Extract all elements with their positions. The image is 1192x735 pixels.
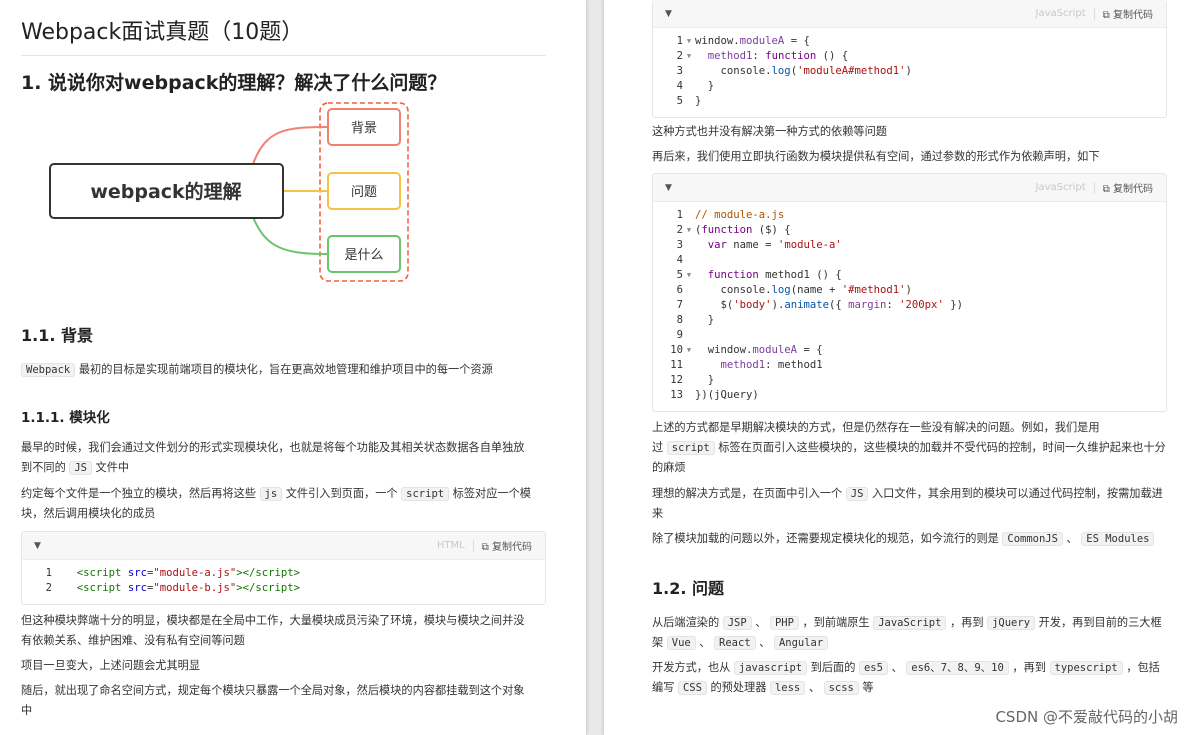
code-block-js-namespace: ▼ JavaScript ⧉ 复制代码 1 ▼ window.moduleA = {… xyxy=(652,0,1167,118)
inline-code: script xyxy=(666,441,715,455)
paragraph: 从后端渲染的 JSP 、 PHP ，到前端原生 JavaScript ，再到 j… xyxy=(652,616,1162,650)
code-language-label: JavaScript xyxy=(1035,8,1086,19)
inline-code: js xyxy=(259,487,283,501)
paragraph: 随后，就出现了命名空间方式，规定每个模块只暴露一个全局对象，然后模块的内容都挂载… xyxy=(21,684,525,717)
inline-code: PHP xyxy=(769,616,799,630)
inline-code: less xyxy=(769,681,806,695)
inline-code: ES Modules xyxy=(1081,532,1155,546)
paragraph: 项目一旦变大，上述问题会尤其明显 xyxy=(21,659,201,672)
mindmap-branch-line-bg xyxy=(252,126,329,165)
inline-code: Vue xyxy=(666,636,696,650)
collapse-icon[interactable]: ▼ xyxy=(34,541,41,551)
inline-code: es5 xyxy=(858,661,888,675)
heading-background: 1.1. 背景 xyxy=(21,326,93,345)
csdn-watermark: CSDN @不爱敲代码的小胡 xyxy=(995,708,1178,726)
code-block-js-iife: ▼ JavaScript ⧉ 复制代码 1// module-a.js 2 ▼ (f… xyxy=(652,173,1167,412)
left-page: Webpack面试真题（10题） 1. 说说你对webpack的理解？解决了什么… xyxy=(0,0,586,735)
paragraph: 再后来，我们使用立即执行函数为模块提供私有空间，通过参数的形式作为依赖声明，如下 xyxy=(652,150,1100,163)
copy-icon: ⧉ xyxy=(481,542,489,553)
copy-code-button[interactable]: ⧉ 复制代码 xyxy=(1103,6,1153,21)
mindmap-node-problem-label: 问题 xyxy=(351,185,377,200)
collapse-icon[interactable]: ▼ xyxy=(665,9,672,19)
code-language-label: JavaScript xyxy=(1035,182,1086,193)
code-body: 1 <script src="module-a.js"></script> 2 … xyxy=(22,560,545,604)
copy-code-button[interactable]: ⧉ 复制代码 xyxy=(482,538,532,553)
code-body: 1// module-a.js 2 ▼ (function ($) { 3 var … xyxy=(653,202,1166,411)
inline-code: Webpack xyxy=(21,363,76,377)
inline-code: JS xyxy=(845,487,869,501)
paragraph: 这种方式也并没有解决第一种方式的依赖等问题 xyxy=(652,125,887,138)
mindmap-diagram: webpack的理解 背景 问题 是什么 xyxy=(49,102,409,282)
paragraph: 约定每个文件是一个独立的模块，然后再将这些 js 文件引入到页面，一个 scri… xyxy=(21,487,531,520)
question-1-title: 1. 说说你对webpack的理解？解决了什么问题？ xyxy=(21,72,447,94)
inline-code: es6、7、8、9、10 xyxy=(906,661,1009,675)
code-body: 1 ▼ window.moduleA = { 2 ▼ method1: functio… xyxy=(653,28,1166,117)
inline-code: CSS xyxy=(677,681,707,695)
heading-problem: 1.2. 问题 xyxy=(652,579,724,598)
inline-code: React xyxy=(714,636,756,650)
mindmap-center-label: webpack的理解 xyxy=(90,180,241,203)
document-title: Webpack面试真题（10题） xyxy=(21,14,546,56)
inline-code: JavaScript xyxy=(873,616,947,630)
inline-code: Angular xyxy=(773,636,829,650)
mindmap-node-what-label: 是什么 xyxy=(344,248,383,263)
background-paragraph: Webpack 最初的目标是实现前端项目的模块化，旨在更高效地管理和维护项目中的… xyxy=(21,360,546,380)
inline-code: javascript xyxy=(733,661,808,675)
right-page: ▼ JavaScript ⧉ 复制代码 1 ▼ window.moduleA = {… xyxy=(604,0,1192,735)
inline-code: JSP xyxy=(722,616,752,630)
heading-modular: 1.1.1. 模块化 xyxy=(21,410,110,426)
copy-icon: ⧉ xyxy=(1102,10,1110,21)
inline-code: CommonJS xyxy=(1002,532,1063,546)
inline-code: JS xyxy=(69,461,92,475)
mindmap-branch-line-what xyxy=(252,216,329,255)
inline-code: scss xyxy=(823,681,859,695)
paragraph: 开发方式，也从 javascript 到后面的 es5 、 es6、7、8、9、… xyxy=(652,661,1160,695)
paragraph: 上述的方式都是早期解决模块的方式，但是仍然存在一些没有解决的问题。例如，我们是用… xyxy=(652,421,1166,474)
inline-code: typescript xyxy=(1049,661,1123,675)
code-toolbar: ▼ JavaScript ⧉ 复制代码 xyxy=(653,174,1166,202)
code-language-label: HTML xyxy=(436,540,465,551)
code-toolbar: ▼ JavaScript ⧉ 复制代码 xyxy=(653,0,1166,28)
copy-icon: ⧉ xyxy=(1102,184,1110,195)
mindmap-node-bg-label: 背景 xyxy=(351,121,377,136)
inline-code: jQuery xyxy=(987,616,1036,630)
code-block-html: ▼ HTML ⧉ 复制代码 1 <script src="module-a.js… xyxy=(21,531,546,605)
paragraph: 但这种模块弊端十分的明显，模块都是在全局中工作，大量模块成员污染了环境，模块与模… xyxy=(21,614,525,647)
inline-code: script xyxy=(401,487,450,501)
paragraph: 除了模块加载的问题以外，还需要规定模块化的规范，如今流行的则是 CommonJS… xyxy=(652,529,1167,549)
collapse-icon[interactable]: ▼ xyxy=(665,183,672,193)
code-toolbar: ▼ HTML ⧉ 复制代码 xyxy=(22,532,545,560)
paragraph: 最早的时候，我们会通过文件划分的形式实现模块化，也就是将每个功能及其相关状态数据… xyxy=(21,441,525,475)
paragraph: 理想的解决方式是，在页面中引入一个 JS 入口文件，其余用到的模块可以通过代码控… xyxy=(652,487,1163,520)
copy-code-button[interactable]: ⧉ 复制代码 xyxy=(1103,180,1153,195)
